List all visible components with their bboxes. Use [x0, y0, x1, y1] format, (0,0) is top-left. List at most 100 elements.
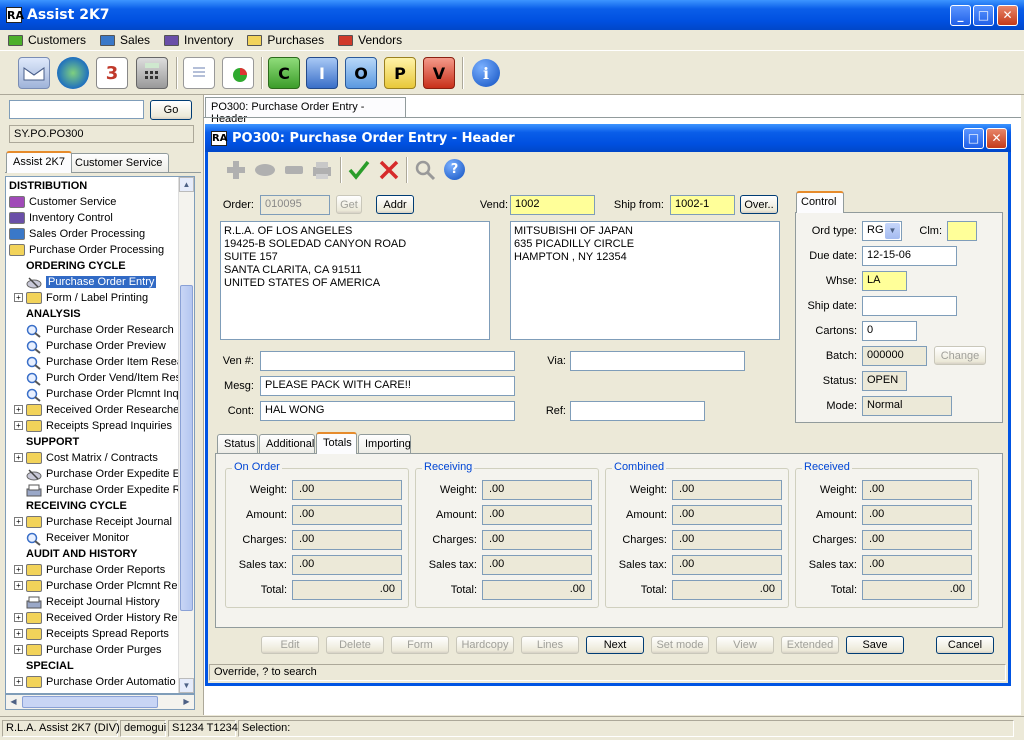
tree-item[interactable]: + Purchase Order Reports [14, 562, 165, 578]
c-folder-icon[interactable]: C [268, 57, 300, 89]
cont-field[interactable]: HAL WONG [260, 401, 515, 421]
tree-item[interactable]: Purch Order Vend/Item Res [26, 370, 181, 386]
clm-field[interactable] [947, 221, 977, 241]
globe-icon[interactable] [57, 57, 89, 89]
tab-status[interactable]: Status [217, 434, 258, 454]
o-folder-icon[interactable]: O [345, 57, 377, 89]
ven-num-field[interactable] [260, 351, 515, 371]
tree-hscrollbar[interactable]: ◀ ▶ [5, 694, 195, 710]
envelope-icon[interactable] [18, 57, 50, 89]
report-icon[interactable] [222, 57, 254, 89]
tree-item[interactable]: Purchase Order Research [26, 322, 174, 338]
tree-item[interactable]: Customer Service [9, 194, 116, 210]
window-maximize-button[interactable]: □ [963, 128, 984, 149]
menu-sales[interactable]: Sales [100, 33, 150, 47]
calendar-icon[interactable]: 3 [96, 57, 128, 89]
tree-item[interactable]: Purchase Order Expedite R [26, 482, 181, 498]
expand-icon[interactable]: + [14, 517, 23, 526]
tree-item[interactable]: + Purchase Receipt Journal [14, 514, 172, 530]
via-field[interactable] [570, 351, 745, 371]
i-folder-icon[interactable]: I [306, 57, 338, 89]
minus-icon[interactable] [283, 161, 305, 179]
get-button[interactable]: Get [336, 195, 362, 214]
calculator-icon[interactable] [136, 57, 168, 89]
tree-item[interactable]: + Purchase Order Plcmnt Rep [14, 578, 184, 594]
view-button[interactable]: View [716, 636, 774, 654]
set-mode-button[interactable]: Set mode [651, 636, 709, 654]
tree-item[interactable]: + Cost Matrix / Contracts [14, 450, 158, 466]
cartons-field[interactable]: 0 [862, 321, 917, 341]
tree-item[interactable]: + Received Order History Re [14, 610, 177, 626]
tab-importing[interactable]: Importing [358, 434, 411, 454]
tab-totals[interactable]: Totals [316, 432, 357, 454]
tree-item[interactable]: Purchase Order Preview [26, 338, 166, 354]
tree-item[interactable]: Sales Order Processing [9, 226, 145, 242]
expand-icon[interactable]: + [14, 421, 23, 430]
expand-icon[interactable]: + [14, 629, 23, 638]
tree-item[interactable]: Receipt Journal History [26, 594, 160, 610]
tree-scrollbar[interactable]: ▲ ▼ [178, 177, 194, 693]
go-button[interactable]: Go [150, 100, 192, 120]
info-icon[interactable]: i [472, 59, 500, 87]
window-close-button[interactable]: ✕ [986, 128, 1007, 149]
document-tab[interactable]: PO300: Purchase Order Entry - Header [205, 97, 406, 125]
expand-icon[interactable]: + [14, 677, 23, 686]
comment-icon[interactable] [254, 161, 276, 179]
print-icon[interactable] [311, 159, 333, 181]
tree-item[interactable]: Purchase Order Item Resea [26, 354, 183, 370]
expand-icon[interactable]: + [14, 581, 23, 590]
hardcopy-button[interactable]: Hardcopy [456, 636, 514, 654]
next-button[interactable]: Next [586, 636, 644, 654]
tree-item[interactable]: + Received Order Researche [14, 402, 179, 418]
extended-button[interactable]: Extended [781, 636, 839, 654]
save-button[interactable]: Save [846, 636, 904, 654]
chevron-down-icon[interactable]: ▼ [885, 223, 900, 239]
tab-customer-service[interactable]: Customer Service [68, 153, 170, 173]
expand-icon[interactable]: + [14, 405, 23, 414]
menu-customers[interactable]: Customers [8, 33, 86, 47]
help-icon[interactable]: ? [444, 159, 465, 180]
tab-additional[interactable]: Additional [259, 434, 315, 454]
p-folder-icon[interactable]: P [384, 57, 416, 89]
tree-item[interactable]: Purchase Order Entry [26, 274, 157, 290]
edit-button[interactable]: Edit [261, 636, 319, 654]
ship-from-field[interactable]: 1002-1 [670, 195, 735, 215]
delete-button[interactable]: Delete [326, 636, 384, 654]
bill-address-box[interactable]: R.L.A. OF LOS ANGELES 19425-B SOLEDAD CAN… [220, 221, 490, 340]
over-button[interactable]: Over.. [740, 195, 778, 214]
mesg-field[interactable]: PLEASE PACK WITH CARE!! [260, 376, 515, 396]
tree-item[interactable]: Purchase Order Processing [9, 242, 164, 258]
ship-address-box[interactable]: MITSUBISHI OF JAPAN 635 PICADILLY CIRCLE H… [510, 221, 780, 340]
menu-vendors[interactable]: Vendors [338, 33, 402, 47]
order-field[interactable]: 010095 [260, 195, 330, 215]
tree-item[interactable]: + Form / Label Printing [14, 290, 148, 306]
whse-field[interactable]: LA [862, 271, 907, 291]
tree-item[interactable]: + Purchase Order Purges [14, 642, 162, 658]
addr-button[interactable]: Addr [376, 195, 414, 214]
tree-item[interactable]: Receiver Monitor [26, 530, 129, 546]
menu-inventory[interactable]: Inventory [164, 33, 233, 47]
form-button[interactable]: Form [391, 636, 449, 654]
tree-item[interactable]: Purchase Order Plcmnt Inq [26, 386, 179, 402]
tab-assist-2k7[interactable]: Assist 2K7 [6, 151, 72, 173]
v-folder-icon[interactable]: V [423, 57, 455, 89]
expand-icon[interactable]: + [14, 613, 23, 622]
search-input[interactable] [9, 100, 144, 119]
ship-date-field[interactable] [862, 296, 957, 316]
tree-item[interactable]: Inventory Control [9, 210, 113, 226]
notepad-icon[interactable] [183, 57, 215, 89]
expand-icon[interactable]: + [14, 453, 23, 462]
cancel-button[interactable]: Cancel [936, 636, 994, 654]
minimize-button[interactable]: _ [950, 5, 971, 26]
close-button[interactable]: ✕ [997, 5, 1018, 26]
expand-icon[interactable]: + [14, 565, 23, 574]
tree-item[interactable]: Purchase Order Expedite E [26, 466, 180, 482]
lines-button[interactable]: Lines [521, 636, 579, 654]
ord-type-select[interactable]: RG ▼ [862, 221, 902, 241]
add-icon[interactable] [225, 159, 247, 181]
change-button[interactable]: Change [934, 346, 986, 365]
ref-field[interactable] [570, 401, 705, 421]
search-icon[interactable] [414, 159, 436, 181]
vend-field[interactable]: 1002 [510, 195, 595, 215]
tree-item[interactable]: + Receipts Spread Inquiries [14, 418, 172, 434]
